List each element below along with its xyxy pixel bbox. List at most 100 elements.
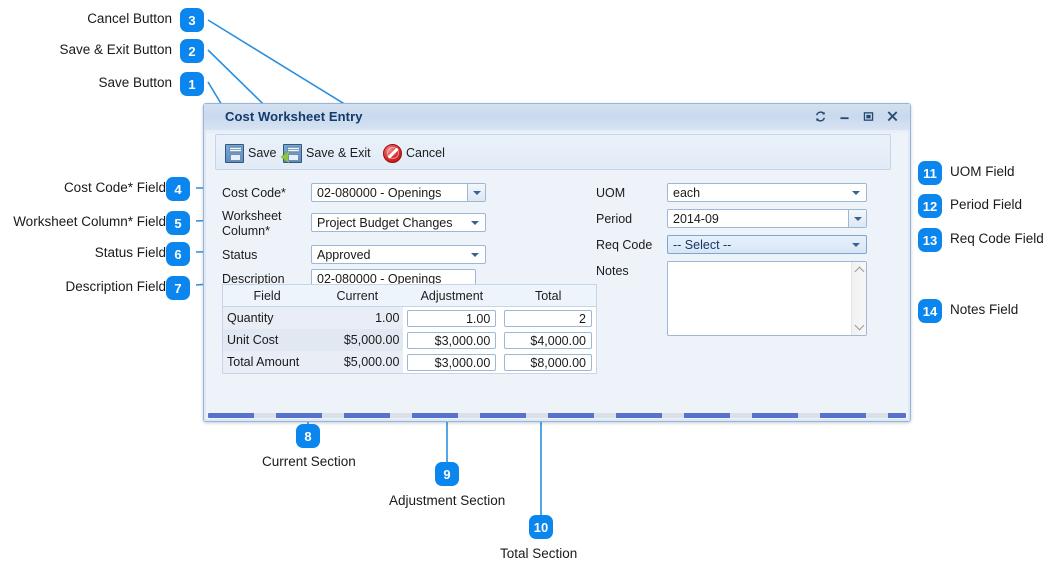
annotation-badge-10: 10 — [529, 515, 553, 539]
cost-code-label: Cost Code* — [222, 186, 286, 200]
window-bottom-divider — [208, 413, 906, 418]
annotation-label-8: Current Section — [262, 454, 356, 469]
save-button-label: Save — [248, 145, 277, 160]
save-and-exit-button[interactable]: Save & Exit — [281, 140, 371, 166]
status-value: Approved — [317, 247, 371, 262]
toolbar: Save Save & Exit Cancel — [215, 134, 891, 170]
table-header-row: Field Current Adjustment Total — [223, 285, 596, 307]
page-title: Cost Worksheet Entry — [225, 109, 363, 124]
floppy-disk-with-arrow-icon — [281, 143, 302, 163]
period-field[interactable]: 2014-09 — [667, 209, 867, 228]
annotation-badge-13: 13 — [918, 228, 942, 252]
adjustment-input-unit-cost[interactable]: $3,000.00 — [407, 331, 497, 349]
annotation-label-9: Adjustment Section — [389, 493, 506, 508]
floppy-disk-icon — [225, 143, 244, 163]
save-button[interactable]: Save — [225, 140, 277, 166]
cost-code-dropdown-arrow[interactable] — [467, 184, 485, 201]
save-and-exit-button-label: Save & Exit — [306, 145, 371, 160]
annotation-label-4: Cost Code* Field — [63, 180, 166, 195]
period-dropdown-arrow[interactable] — [848, 210, 866, 227]
annotation-badge-14: 14 — [918, 299, 942, 323]
annotation-badge-3: 3 — [180, 8, 204, 32]
req-code-dropdown-arrow[interactable] — [852, 242, 860, 247]
row-current-quantity: 1.00 — [311, 306, 404, 329]
notes-label: Notes — [596, 264, 629, 278]
annotation-label-2: Save & Exit Button — [59, 42, 172, 57]
cost-worksheet-entry-window: Cost Worksheet Entry Save Save & Exit Ca… — [203, 103, 911, 422]
period-value: 2014-09 — [673, 211, 719, 226]
status-dropdown-arrow[interactable] — [471, 252, 479, 257]
column-header-adjustment: Adjustment — [403, 285, 501, 307]
uom-field[interactable]: each — [667, 183, 867, 202]
table-row: Unit Cost $5,000.00 $3,000.00 $4,000.00 — [223, 329, 596, 351]
annotation-badge-9: 9 — [435, 462, 459, 486]
worksheet-column-label: Worksheet Column* — [222, 209, 282, 239]
table-row: Quantity 1.00 1.00 2 — [223, 306, 596, 329]
table-row: Total Amount $5,000.00 $3,000.00 $8,000.… — [223, 351, 596, 373]
annotation-label-11: UOM Field — [950, 164, 1015, 179]
annotation-label-6: Status Field — [94, 245, 166, 260]
row-current-unit-cost: $5,000.00 — [311, 329, 404, 351]
worksheet-column-label-line2: Column* — [222, 224, 270, 238]
scroll-up-icon[interactable] — [855, 266, 864, 275]
annotation-badge-11: 11 — [918, 161, 942, 185]
notes-field[interactable] — [667, 261, 867, 336]
total-input-total-amount[interactable]: $8,000.00 — [504, 353, 592, 371]
annotation-label-7: Description Field — [65, 279, 166, 294]
adjustment-input-quantity[interactable]: 1.00 — [407, 309, 497, 327]
adjustment-input-total-amount[interactable]: $3,000.00 — [407, 353, 497, 371]
prohibition-sign-icon — [383, 143, 402, 163]
annotation-label-13: Req Code Field — [950, 231, 1044, 246]
uom-value: each — [673, 185, 701, 200]
uom-label: UOM — [596, 186, 626, 200]
cancel-button-label: Cancel — [406, 145, 445, 160]
cost-code-value: 02-080000 - Openings — [317, 185, 442, 200]
req-code-field[interactable]: -- Select -- — [667, 235, 867, 254]
annotation-badge-2: 2 — [180, 39, 204, 63]
status-label: Status — [222, 248, 258, 262]
annotation-label-12: Period Field — [950, 197, 1023, 212]
worksheet-column-label-line1: Worksheet — [222, 209, 282, 223]
worksheet-column-field[interactable]: Project Budget Changes — [311, 213, 486, 232]
worksheet-column-dropdown-arrow[interactable] — [471, 220, 479, 225]
scroll-down-icon[interactable] — [855, 322, 864, 331]
row-field-unit-cost: Unit Cost — [223, 329, 312, 351]
cost-code-field[interactable]: 02-080000 - Openings — [311, 183, 486, 202]
refresh-icon[interactable] — [811, 108, 829, 125]
status-field[interactable]: Approved — [311, 245, 486, 264]
annotation-badge-1: 1 — [180, 72, 204, 96]
maximize-icon[interactable] — [859, 108, 877, 125]
total-input-unit-cost[interactable]: $4,000.00 — [504, 331, 592, 349]
column-header-current: Current — [311, 285, 404, 307]
req-code-value: -- Select -- — [673, 237, 732, 252]
worksheet-column-value: Project Budget Changes — [317, 215, 453, 230]
period-label: Period — [596, 212, 633, 226]
total-input-quantity[interactable]: 2 — [504, 309, 592, 327]
annotation-badge-12: 12 — [918, 194, 942, 218]
row-current-total-amount: $5,000.00 — [311, 351, 404, 373]
req-code-label: Req Code — [596, 238, 653, 252]
annotation-badge-8: 8 — [296, 424, 320, 448]
window-title-bar[interactable]: Cost Worksheet Entry — [204, 104, 910, 130]
uom-dropdown-arrow[interactable] — [852, 190, 860, 195]
notes-scrollbar[interactable] — [851, 262, 866, 335]
annotation-label-10: Total Section — [500, 546, 578, 561]
annotation-badge-4: 4 — [166, 177, 190, 201]
cost-adjustment-table: Field Current Adjustment Total Quantity … — [223, 285, 596, 373]
minimize-icon[interactable] — [835, 108, 853, 125]
row-field-total-amount: Total Amount — [223, 351, 312, 373]
annotation-label-5: Worksheet Column* Field — [13, 214, 166, 229]
column-header-total: Total — [500, 285, 596, 307]
row-field-quantity: Quantity — [223, 306, 312, 329]
annotation-badge-6: 6 — [166, 242, 190, 266]
form-body: Cost Code* 02-080000 - Openings Workshee… — [215, 176, 891, 402]
annotation-badge-5: 5 — [166, 211, 190, 235]
annotation-label-3: Cancel Button — [87, 11, 172, 26]
annotation-label-1: Save Button — [98, 75, 172, 90]
column-header-field: Field — [223, 285, 312, 307]
annotation-label-14: Notes Field — [950, 302, 1019, 317]
annotation-badge-7: 7 — [166, 276, 190, 300]
close-icon[interactable] — [883, 108, 901, 125]
cost-adjustment-grid: Field Current Adjustment Total Quantity … — [222, 284, 597, 374]
cancel-button[interactable]: Cancel — [383, 140, 445, 166]
